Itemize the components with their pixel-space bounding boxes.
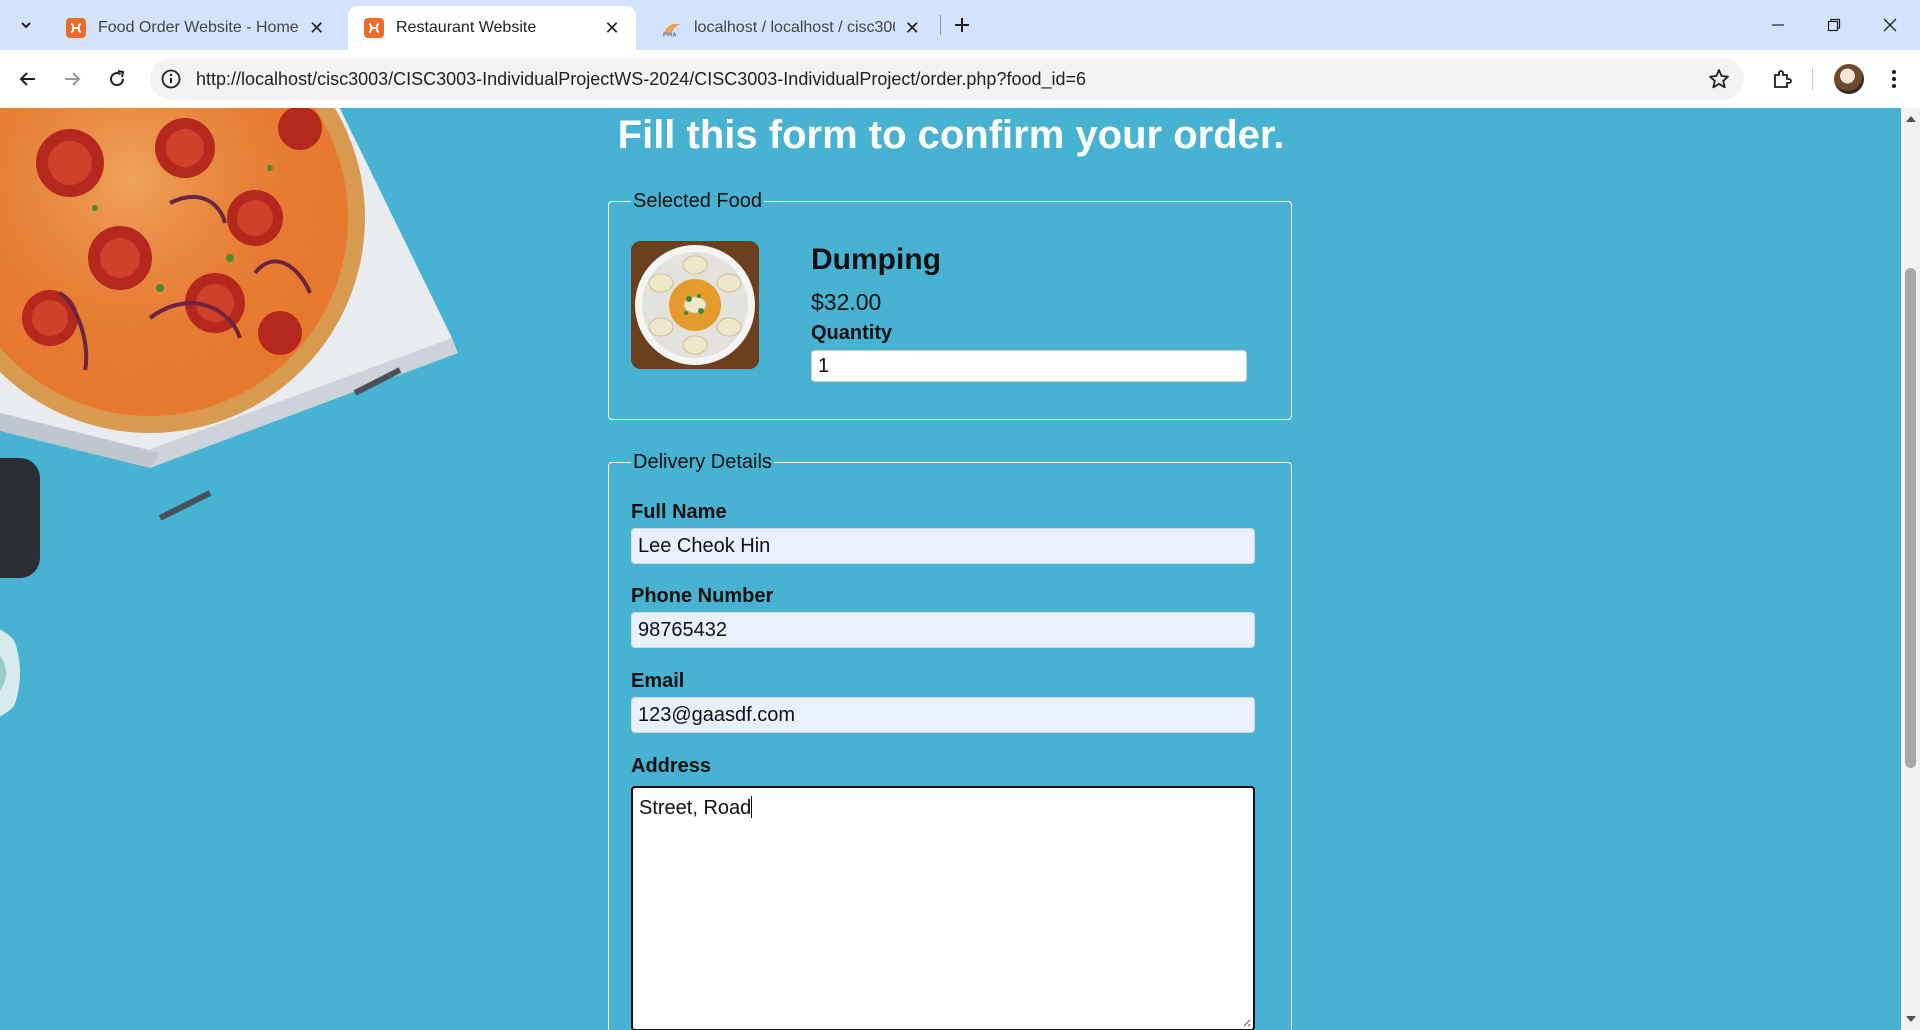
selected-food-legend: Selected Food <box>633 190 762 212</box>
delivery-details-fieldset: Delivery Details Full Name Phone Number … <box>608 451 1292 1030</box>
address-label: Address <box>631 755 712 777</box>
food-image <box>631 241 759 369</box>
browser-toolbar: http://localhost/cisc3003/CISC3003-Indiv… <box>0 50 1920 108</box>
food-price: $32.00 <box>811 289 882 315</box>
scroll-up-arrow-icon[interactable] <box>1906 116 1916 122</box>
pizza-background-image <box>0 108 458 578</box>
email-label: Email <box>631 670 685 692</box>
tab-title: Restaurant Website <box>396 19 537 36</box>
address-bar[interactable]: http://localhost/cisc3003/CISC3003-Indiv… <box>150 58 1744 100</box>
tab-phpmyadmin[interactable]: PMA localhost / localhost / cisc300 ✕ <box>646 6 936 50</box>
toolbar-separator <box>1812 68 1813 90</box>
quantity-input[interactable] <box>811 350 1247 382</box>
restore-icon <box>1827 18 1841 32</box>
full-name-input[interactable] <box>631 528 1255 564</box>
site-info-icon[interactable] <box>160 68 182 90</box>
restore-button[interactable] <box>1806 0 1862 50</box>
tab-strip: Food Order Website - Home P ✕ Restaurant… <box>0 0 1920 50</box>
address-textarea[interactable]: Street, Road <box>631 786 1255 1030</box>
phone-number-input[interactable] <box>631 612 1255 648</box>
svg-text:PMA: PMA <box>663 32 677 38</box>
selected-food-fieldset: Selected Food Dumping $32.00 Quantity 1 <box>608 190 1292 420</box>
profile-avatar[interactable] <box>1834 64 1864 94</box>
side-dish-image <box>0 618 20 728</box>
close-tab-icon[interactable]: ✕ <box>602 18 622 38</box>
text-caret <box>751 796 753 818</box>
bookmark-star-icon[interactable] <box>1708 68 1730 90</box>
extensions-button[interactable] <box>1766 63 1798 95</box>
close-icon <box>1883 18 1897 32</box>
tab-food-order-home[interactable]: Food Order Website - Home P ✕ <box>50 6 340 50</box>
tab-title: Food Order Website - Home P <box>98 19 300 36</box>
close-window-button[interactable] <box>1862 0 1918 50</box>
resize-grip-icon[interactable] <box>1241 1017 1251 1027</box>
reload-icon <box>110 70 125 87</box>
more-vertical-icon <box>1892 70 1896 88</box>
tab-title: localhost / localhost / cisc300 <box>694 19 895 36</box>
address-text: Street, Road <box>639 797 752 819</box>
arrow-right-icon <box>65 72 81 86</box>
email-input[interactable] <box>631 697 1255 733</box>
xampp-icon <box>66 18 86 38</box>
forward-button[interactable] <box>56 63 88 95</box>
scrollbar-thumb[interactable] <box>1905 268 1916 768</box>
xampp-icon <box>364 18 384 38</box>
close-tab-icon[interactable]: ✕ <box>307 18 326 38</box>
url-text[interactable]: http://localhost/cisc3003/CISC3003-Indiv… <box>196 69 1086 90</box>
phpmyadmin-icon: PMA <box>662 18 682 38</box>
dumpling-plate-image <box>631 241 759 369</box>
quantity-label: Quantity <box>811 322 893 344</box>
page-scrollbar[interactable] <box>1901 108 1920 1030</box>
arrow-left-icon <box>19 72 35 86</box>
food-name: Dumping <box>811 243 941 276</box>
close-tab-icon[interactable]: ✕ <box>903 18 922 38</box>
delivery-details-legend: Delivery Details <box>633 451 772 473</box>
tab-search-button[interactable] <box>12 11 40 39</box>
browser-menu-button[interactable] <box>1880 63 1908 95</box>
tab-restaurant-website[interactable]: Restaurant Website ✕ <box>348 6 636 50</box>
full-name-label: Full Name <box>631 501 727 523</box>
puzzle-icon <box>1774 70 1792 88</box>
minimize-icon <box>1772 24 1784 26</box>
plus-icon <box>955 18 969 32</box>
back-button[interactable] <box>12 63 44 95</box>
reload-button[interactable] <box>101 63 133 95</box>
scroll-down-arrow-icon[interactable] <box>1906 1016 1916 1022</box>
minimize-button[interactable] <box>1750 0 1806 50</box>
page-viewport: Fill this form to confirm your order. Se… <box>0 108 1901 1030</box>
chevron-down-icon <box>21 22 31 29</box>
new-tab-button[interactable] <box>948 11 976 39</box>
tab-separator <box>940 15 941 35</box>
page-title: Fill this form to confirm your order. <box>617 113 1285 157</box>
phone-number-label: Phone Number <box>631 585 774 607</box>
